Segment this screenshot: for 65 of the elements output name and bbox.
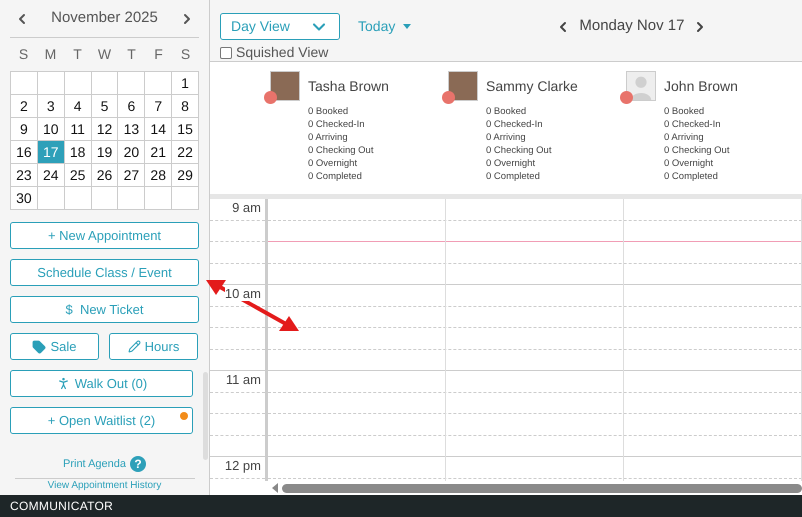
staff-stat: 0 Checking Out [486, 144, 552, 157]
time-label: 12 pm [224, 458, 261, 473]
weekday-label: S [180, 45, 192, 64]
tag-icon [32, 340, 46, 354]
staff-stat: 0 Checking Out [308, 144, 374, 157]
calendar-day[interactable]: 22 [172, 141, 199, 164]
calendar-day[interactable]: 21 [145, 141, 172, 164]
photo-placeholder [448, 71, 478, 101]
avatar-silhouette-icon [626, 71, 656, 101]
staff-stat: 0 Overnight [486, 157, 536, 170]
communicator-label[interactable]: COMMUNICATOR [10, 497, 114, 515]
calendar-day[interactable]: 18 [64, 141, 92, 164]
calendar-day[interactable]: 2 [11, 95, 38, 118]
staff-stat: 0 Checking Out [664, 144, 730, 157]
time-label: 10 am [224, 286, 261, 301]
staff-stat: 0 Checked-In [308, 118, 366, 131]
calendar-day[interactable]: 6 [118, 95, 146, 118]
staff-stat: 0 Completed [308, 170, 363, 183]
time-label: 9 am [232, 200, 261, 215]
staff-name[interactable]: Sammy Clarke [486, 76, 578, 96]
pencil-icon [128, 340, 141, 353]
calendar-day[interactable]: 23 [11, 164, 38, 187]
staff-stat: 0 Completed [664, 170, 719, 183]
calendar-day[interactable]: 11 [64, 118, 92, 141]
calendar-day[interactable]: 7 [145, 95, 172, 118]
weekday-label: T [72, 45, 83, 64]
squished-view-checkbox[interactable] [220, 46, 232, 58]
photo-placeholder [270, 71, 300, 101]
date-title: Monday Nov 17 [579, 16, 684, 36]
staff-stat: 0 Arriving [486, 131, 527, 144]
month-title: November 2025 [51, 8, 158, 28]
weekday-label: M [44, 45, 58, 64]
staff-stat: 0 Overnight [664, 157, 714, 170]
calendar-day[interactable]: 20 [118, 141, 146, 164]
weekday-label: F [153, 45, 164, 64]
staff-stat: 0 Checked-In [664, 118, 722, 131]
weekday-label: W [96, 45, 112, 64]
staff-name[interactable]: John Brown [664, 76, 738, 96]
calendar-day[interactable]: 1 [172, 72, 199, 95]
calendar-day[interactable]: 8 [172, 95, 199, 118]
calendar-day[interactable]: 14 [145, 118, 172, 141]
staff-stat: 0 Arriving [664, 131, 705, 144]
weekday-label: T [126, 45, 137, 64]
calendar-day[interactable]: 9 [11, 118, 38, 141]
staff-stat: 0 Arriving [308, 131, 349, 144]
staff-stat: 0 Completed [486, 170, 541, 183]
staff-stat: 0 Booked [486, 105, 528, 118]
time-label: 11 am [226, 372, 261, 387]
scrollbar-thumb[interactable] [203, 372, 208, 460]
staff-name[interactable]: Tasha Brown [308, 76, 389, 96]
staff-stat: 0 Checked-In [486, 118, 544, 131]
calendar-day[interactable]: 19 [92, 141, 118, 164]
weekday-label: S [18, 45, 30, 64]
calendar-day[interactable]: 5 [92, 95, 118, 118]
squished-view-label: Squished View [236, 43, 328, 62]
staff-stat: 0 Booked [308, 105, 350, 118]
caret-icon [403, 24, 412, 29]
calendar-day[interactable]: 12 [92, 118, 118, 141]
staff-stat: 0 Booked [664, 105, 706, 118]
staff-stat: 0 Overnight [308, 157, 358, 170]
calendar-day[interactable]: 4 [64, 95, 92, 118]
calendar-day[interactable]: 3 [38, 95, 65, 118]
calendar-day[interactable]: 15 [172, 118, 199, 141]
horizontal-scrollbar-thumb[interactable] [282, 484, 802, 492]
calendar-day[interactable]: 13 [118, 118, 146, 141]
